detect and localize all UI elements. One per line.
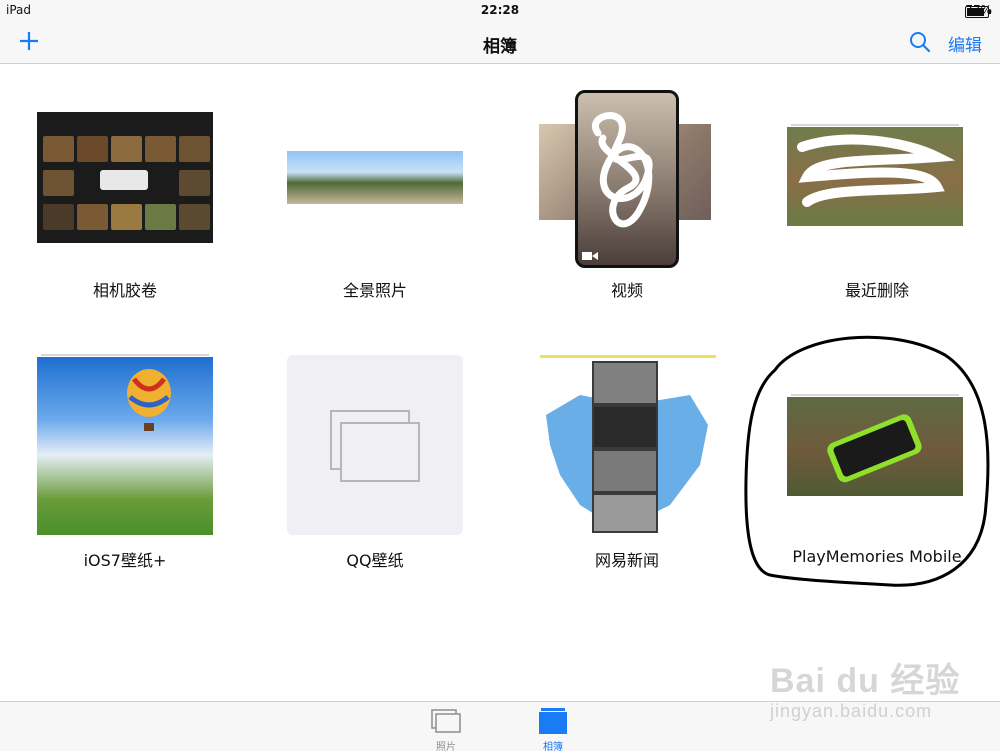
search-icon[interactable] — [908, 30, 932, 54]
album-title: 最近删除 — [844, 281, 909, 300]
album-thumbnail[interactable] — [287, 355, 463, 535]
scribble-mark — [592, 112, 653, 228]
status-time: 22:28 — [480, 3, 520, 17]
scribble-mark — [797, 134, 956, 207]
edit-button[interactable]: 编辑 — [948, 31, 982, 56]
album-title: iOS7壁纸+ — [83, 551, 167, 570]
video-camera-icon — [582, 252, 598, 260]
tab-label: 相簿 — [543, 742, 563, 753]
tab-photos[interactable]: 照片 — [416, 706, 476, 753]
albums-icon — [539, 708, 567, 734]
stack-edge — [41, 354, 209, 356]
album-title: 全景照片 — [342, 281, 407, 300]
watermark: Bai du 经验 jingyan.baidu.com — [770, 645, 990, 725]
stack-edge — [791, 124, 959, 126]
album-thumbnail[interactable] — [787, 127, 963, 226]
album-thumbnail[interactable] — [575, 90, 679, 268]
page-title: 相簿 — [483, 37, 517, 57]
hand-drawn-circle — [744, 335, 990, 587]
watermark-brand: Bai du 经验 — [770, 662, 961, 700]
watermark-url: jingyan.baidu.com — [770, 701, 933, 721]
album-title: QQ壁纸 — [346, 551, 404, 570]
tab-albums[interactable]: 相簿 — [523, 706, 583, 753]
album-title: 网易新闻 — [594, 551, 659, 570]
photos-icon — [431, 709, 461, 733]
status-bar: iPad 22:28 77% — [0, 0, 1000, 22]
album-thumbnail[interactable] — [287, 151, 463, 204]
hot-air-balloon-image — [127, 369, 171, 431]
empty-album-icon — [330, 410, 420, 482]
album-title: 相机胶卷 — [92, 281, 157, 300]
album-title: 视频 — [610, 281, 643, 300]
news-collage-image — [540, 355, 716, 533]
tab-label: 照片 — [436, 742, 456, 753]
nav-bar: 相簿 编辑 — [0, 22, 1000, 64]
album-thumbnail[interactable] — [540, 355, 716, 535]
battery-status: 77% — [965, 3, 992, 18]
album-thumbnail[interactable] — [37, 357, 213, 535]
add-icon[interactable] — [16, 28, 42, 54]
album-thumbnail[interactable] — [37, 112, 213, 243]
battery-icon — [965, 6, 992, 18]
